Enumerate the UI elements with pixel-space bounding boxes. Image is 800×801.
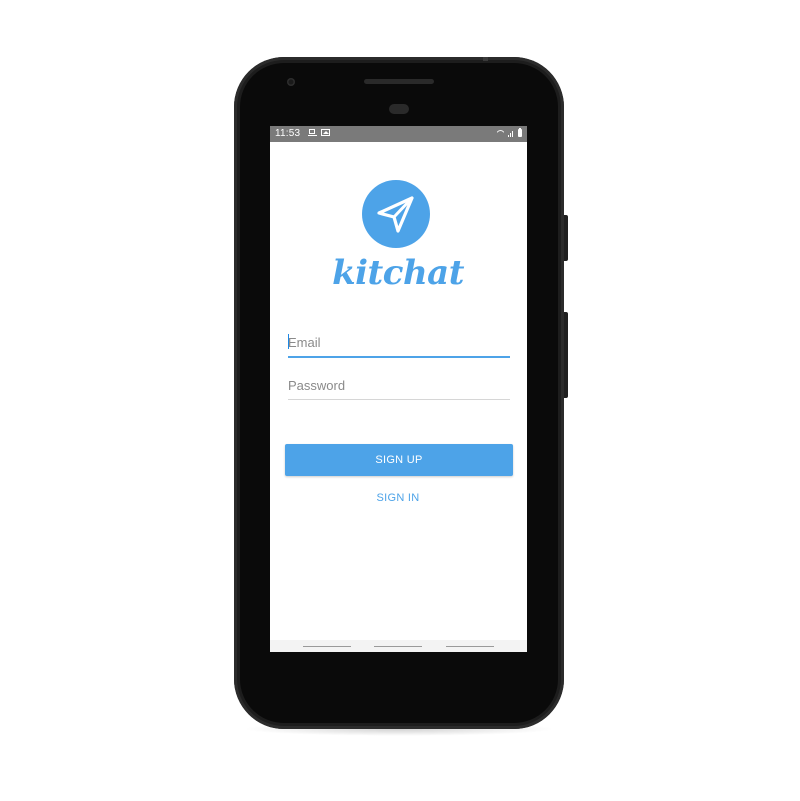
email-input[interactable] <box>288 332 510 352</box>
image-icon <box>321 129 330 136</box>
power-button[interactable] <box>564 312 568 398</box>
wifi-icon <box>496 129 505 137</box>
app-name: kitchat <box>332 253 465 293</box>
front-camera <box>287 78 295 86</box>
status-icons-left <box>308 129 330 136</box>
volume-button[interactable] <box>564 215 568 261</box>
app-logo <box>362 180 430 248</box>
paper-plane-icon <box>377 196 414 233</box>
status-time: 11:53 <box>275 128 301 139</box>
sign-in-button[interactable]: SIGN IN <box>348 488 448 508</box>
email-underline <box>288 356 510 358</box>
status-icons-right <box>496 128 522 137</box>
app-screen: 11:53 kitchat SIGN UP SIGN IN <box>270 126 527 652</box>
text-caret <box>288 334 289 349</box>
sign-up-button[interactable]: SIGN UP <box>285 444 513 476</box>
status-bar: 11:53 <box>270 126 527 142</box>
nav-home-button[interactable] <box>374 646 422 647</box>
proximity-sensor <box>389 104 409 114</box>
battery-icon <box>518 128 522 137</box>
email-field[interactable] <box>288 332 510 358</box>
app-wordmark: kitchat <box>332 253 465 293</box>
laptop-icon <box>308 129 317 136</box>
password-input[interactable] <box>288 375 510 395</box>
earpiece-speaker <box>364 79 434 84</box>
nav-back-button[interactable] <box>303 646 351 647</box>
password-underline <box>288 399 510 400</box>
phone-top-seam <box>483 57 488 61</box>
nav-recents-button[interactable] <box>446 646 494 647</box>
signal-icon <box>508 129 515 137</box>
navigation-bar <box>270 640 527 652</box>
password-field[interactable] <box>288 375 510 400</box>
